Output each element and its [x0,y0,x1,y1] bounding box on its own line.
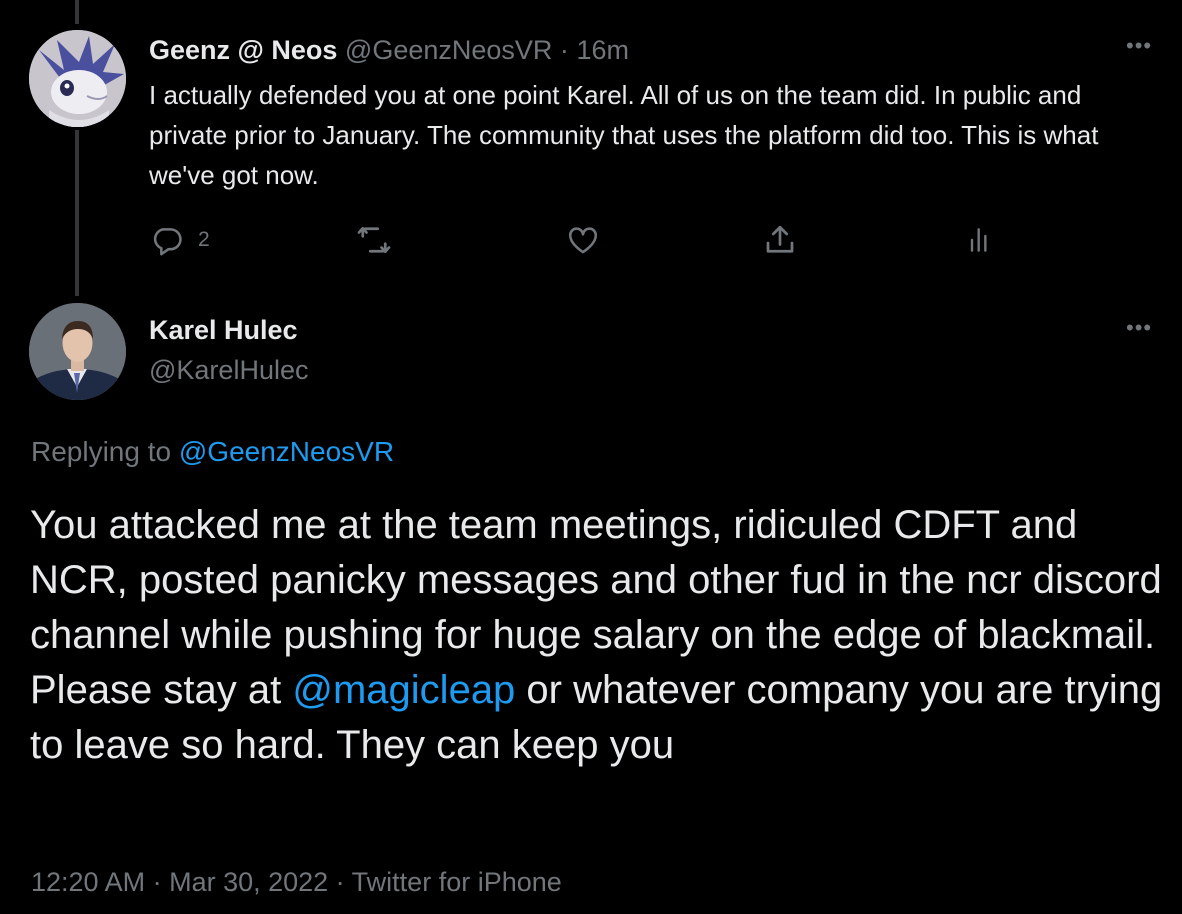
share-icon [762,222,798,258]
author-handle[interactable]: @KarelHulec [149,352,308,388]
more-icon[interactable]: ••• [1126,317,1152,339]
tweet-time[interactable]: 16m [576,35,629,65]
retweet-icon [356,222,392,258]
tweet-text: You attacked me at the team meetings, ri… [30,498,1170,773]
like-button[interactable] [566,222,600,258]
thread-connector-line [75,0,79,24]
replying-to: Replying to @GeenzNeosVR [31,433,394,471]
like-icon [566,223,600,257]
author-name[interactable]: Karel Hulec [149,312,298,348]
analytics-icon [964,222,996,258]
tweet-text: I actually defended you at one point Kar… [149,80,1099,190]
replying-prefix: Replying to [31,436,172,467]
tweet-header: Geenz @ Neos @GeenzNeosVR · 16m [149,32,629,68]
reply-count: 2 [198,228,210,251]
reply-button[interactable]: 2 [150,222,210,258]
thread-connector-line [75,130,79,296]
avatar-karel[interactable] [29,303,126,400]
author-handle[interactable]: @GeenzNeosVR [345,35,553,65]
tweet-timestamp[interactable]: 12:20 AM · Mar 30, 2022 · Twitter for iP… [31,864,562,900]
separator: · [559,35,569,65]
share-button[interactable] [762,222,798,258]
replying-handle-link[interactable]: @GeenzNeosVR [179,436,394,467]
mention-link[interactable]: @magicleap [292,668,515,712]
more-icon[interactable]: ••• [1126,35,1152,57]
retweet-button[interactable] [356,222,392,258]
author-name[interactable]: Geenz @ Neos [149,35,337,65]
avatar-geenz[interactable] [29,30,126,127]
reply-icon [150,223,184,257]
analytics-button[interactable] [964,222,996,258]
